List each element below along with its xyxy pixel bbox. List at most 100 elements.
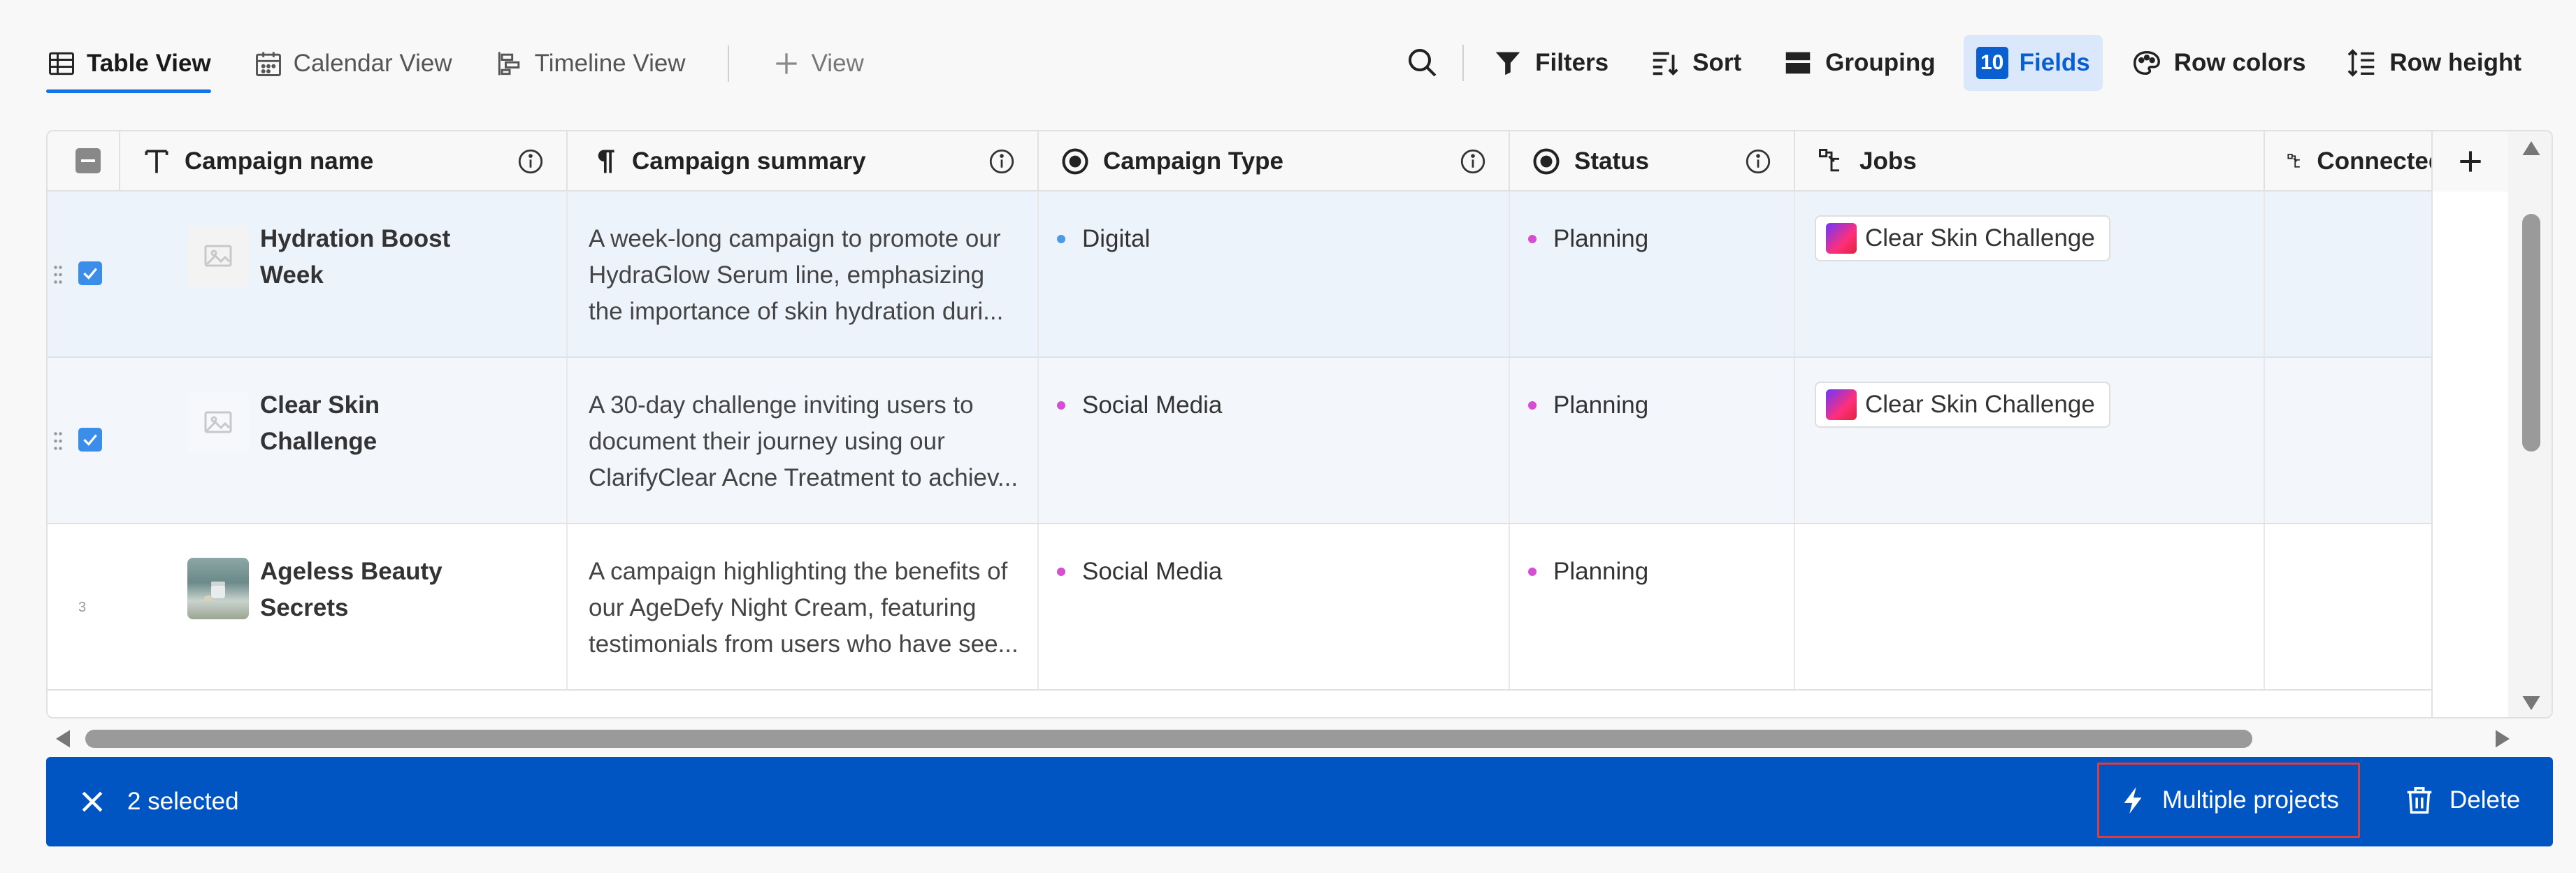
drag-handle-icon[interactable] [53,264,63,285]
select-all-checkbox[interactable] [75,148,101,173]
column-header-campaign-type[interactable]: Campaign Type [1039,131,1510,192]
campaign-type-cell[interactable]: Social Media [1039,524,1510,689]
column-label: Status [1574,147,1649,175]
scroll-left-arrow-icon[interactable] [56,730,70,748]
jobs-cell[interactable]: Clear Skin Challenge [1795,192,2265,356]
color-dot [1057,235,1065,243]
divider [727,45,729,82]
job-chip[interactable]: Clear Skin Challenge [1815,382,2110,428]
campaign-type: Social Media [1082,558,1223,585]
drag-handle-icon[interactable] [53,431,63,452]
fields-label: Fields [2019,49,2090,76]
info-icon[interactable] [1743,147,1773,176]
column-header-campaign-summary[interactable]: Campaign summary [568,131,1039,192]
clear-selection-button[interactable] [73,782,112,821]
info-icon[interactable] [987,147,1016,176]
toolbar-actions: Filters Sort Grouping 10 Fields Row colo… [1398,35,2534,91]
plus-icon [775,53,797,74]
tab-calendar-view[interactable]: Calendar View [253,38,452,89]
status-tag: Planning [1528,554,1648,590]
select-all-cell [48,131,120,192]
grouping-button[interactable]: Grouping [1769,35,1948,91]
color-dot [1528,235,1537,243]
column-label: Campaign name [185,147,374,175]
campaign-summary-cell[interactable]: A week-long campaign to promote our Hydr… [568,192,1039,356]
row-height-icon [2348,49,2375,77]
check-icon [83,434,97,446]
table-row[interactable]: Clear Skin Challenge A 30-day challenge … [48,358,2431,524]
table-row[interactable]: Hydration Boost Week A week-long campaig… [48,192,2431,358]
color-dot [1528,568,1537,576]
grouping-icon [1785,52,1811,74]
column-header-campaign-name[interactable]: Campaign name [120,131,568,192]
campaign-type: Social Media [1082,391,1223,419]
job-logo-icon [1826,389,1857,420]
status: Planning [1553,225,1649,252]
jobs-cell[interactable]: Clear Skin Challenge [1795,358,2265,523]
jobs-cell[interactable] [1795,524,2265,689]
row-checkbox[interactable] [78,428,102,452]
column-header-status[interactable]: Status [1510,131,1795,192]
paragraph-icon [598,150,614,173]
campaign-name-cell[interactable]: Clear Skin Challenge [120,358,568,523]
horizontal-scrollbar-thumb[interactable] [85,730,2252,748]
view-tabs: Table View Calendar View Timeline View V… [46,38,864,93]
close-icon [82,791,103,812]
sort-label: Sort [1692,49,1742,76]
campaign-summary-cell[interactable]: A campaign highlighting the benefits of … [568,524,1039,689]
vertical-scrollbar[interactable] [2508,131,2552,717]
calendar-icon [255,52,281,76]
row-colors-button[interactable]: Row colors [2118,35,2319,91]
info-icon[interactable] [516,147,545,176]
single-select-icon [1062,148,1088,175]
trash-icon [2407,787,2432,814]
status-cell[interactable]: Planning [1510,192,1795,356]
filters-button[interactable]: Filters [1479,35,1621,91]
status-cell[interactable]: Planning [1510,524,1795,689]
tab-table-view[interactable]: Table View [46,38,211,93]
job-name: Clear Skin Challenge [1865,224,2095,252]
add-column-button[interactable] [2431,131,2508,192]
search-button[interactable] [1398,38,1447,87]
horizontal-scrollbar[interactable] [46,723,2510,753]
page: Table View Calendar View Timeline View V… [0,0,2576,873]
campaign-summary: A campaign highlighting the benefits of … [589,558,1019,658]
row-checkbox[interactable] [78,261,102,285]
multiple-projects-button[interactable]: Multiple projects [2097,763,2360,838]
job-logo-icon [1826,223,1857,254]
campaign-type-cell[interactable]: Social Media [1039,358,1510,523]
row-height-button[interactable]: Row height [2333,35,2534,91]
info-icon[interactable] [1458,147,1488,176]
campaign-type-tag: Digital [1057,221,1150,257]
table-row[interactable]: 3 Ageless Beauty Secrets A campaign high… [48,524,2431,691]
vertical-scrollbar-thumb[interactable] [2522,214,2540,452]
toolbar: Table View Calendar View Timeline View V… [0,0,2576,126]
add-column-gutter [2431,192,2508,717]
campaign-name-cell[interactable]: Ageless Beauty Secrets [120,524,568,689]
column-label: Jobs [1859,147,1917,175]
fields-button[interactable]: 10 Fields [1963,35,2103,91]
single-select-icon [1533,148,1560,175]
sort-button[interactable]: Sort [1636,35,1754,91]
campaign-summary-cell[interactable]: A 30-day challenge inviting users to doc… [568,358,1039,523]
row-height-label: Row height [2389,49,2521,76]
column-label: Campaign summary [632,147,866,175]
tab-timeline-view[interactable]: Timeline View [494,38,686,89]
status-cell[interactable]: Planning [1510,358,1795,523]
divider [1462,45,1465,81]
column-header-jobs[interactable]: Jobs [1795,131,2265,192]
add-view-button[interactable]: View [771,38,864,89]
scroll-right-arrow-icon[interactable] [2496,730,2510,748]
scroll-up-arrow-icon[interactable] [2522,141,2540,155]
status-tag: Planning [1528,221,1648,257]
campaign-name-cell[interactable]: Hydration Boost Week [120,192,568,356]
tab-label: Calendar View [293,50,452,77]
scroll-down-arrow-icon[interactable] [2522,696,2540,710]
filter-icon [1495,52,1520,75]
delete-button[interactable]: Delete [2391,763,2533,838]
job-chip[interactable]: Clear Skin Challenge [1815,215,2110,261]
fields-count-badge: 10 [1976,47,2008,79]
filters-label: Filters [1535,49,1609,76]
campaign-type-cell[interactable]: Digital [1039,192,1510,356]
connection-icon [1819,149,1839,172]
